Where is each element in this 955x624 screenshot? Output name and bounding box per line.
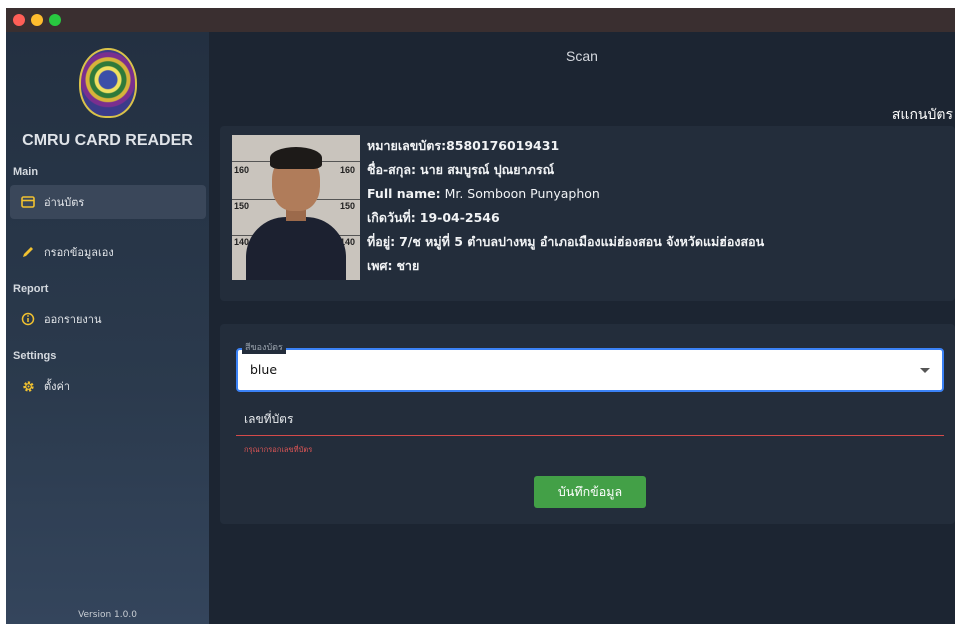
app-window: CMRU CARD READER Main อ่านบัตร กรอกข้อมู…	[6, 8, 955, 624]
card-number-row: หมายเลขบัตร:8580176019431	[367, 138, 560, 153]
height-mark: 160	[234, 165, 250, 175]
sidebar-section-main: Main	[13, 166, 39, 178]
card-form-panel: blue สีของบัตร เลขที่บัตร กรุณากรอกเลขที…	[220, 324, 955, 524]
main-content: Scan สแกนบัตร 160 160 150 150 140 140 หม…	[209, 32, 955, 624]
address-row: ที่อยู่: 7/ช หมู่ที่ 5 ตำบลปางหมู อำเภอเ…	[367, 234, 765, 249]
sidebar-item-manual-entry[interactable]: กรอกข้อมูลเอง	[10, 235, 206, 269]
card-info-panel: 160 160 150 150 140 140 หมายเลขบัตร:8580…	[220, 126, 955, 301]
height-mark: 150	[340, 201, 356, 211]
university-logo	[79, 48, 137, 118]
close-window-button[interactable]	[13, 14, 25, 26]
info-icon	[20, 311, 36, 327]
card-color-select[interactable]: blue	[236, 348, 944, 392]
card-color-label: สีของบัตร	[242, 340, 286, 354]
sidebar-item-settings[interactable]: ตั้งค่า	[10, 369, 206, 403]
gear-icon	[20, 378, 36, 394]
sidebar-item-report[interactable]: ออกรายงาน	[10, 302, 206, 336]
card-number-label: เลขที่บัตร	[244, 412, 294, 426]
app-title: CMRU CARD READER	[22, 132, 193, 149]
page-title: Scan	[566, 48, 598, 64]
card-number-field[interactable]: เลขที่บัตร	[236, 404, 944, 436]
english-name-row: Full name: Mr. Somboon Punyaphon	[367, 186, 600, 201]
sidebar-item-read-card[interactable]: อ่านบัตร	[10, 185, 206, 219]
title-bar	[6, 8, 955, 32]
card-color-value: blue	[250, 362, 278, 377]
sidebar-item-label: ออกรายงาน	[44, 313, 102, 326]
birth-date-row: เกิดวันที่: 19-04-2546	[367, 210, 500, 225]
version-label: Version 1.0.0	[78, 610, 137, 620]
sidebar-section-report: Report	[13, 283, 49, 295]
sidebar-item-label: ตั้งค่า	[44, 380, 71, 393]
thai-name-row: ชื่อ-สกุล: นาย สมบูรณ์ ปุณยาภรณ์	[367, 162, 555, 177]
pencil-icon	[20, 244, 36, 260]
chevron-down-icon[interactable]	[920, 368, 930, 373]
card-icon	[20, 194, 36, 210]
maximize-window-button[interactable]	[49, 14, 61, 26]
section-heading: สแกนบัตร	[891, 107, 953, 123]
card-details: หมายเลขบัตร:8580176019431 ชื่อ-สกุล: นาย…	[367, 134, 764, 278]
id-photo: 160 160 150 150 140 140	[232, 135, 360, 280]
gender-row: เพศ: ชาย	[367, 258, 420, 273]
height-mark: 160	[340, 165, 356, 175]
sidebar-section-settings: Settings	[13, 350, 57, 362]
card-number-error: กรุณากรอกเลขที่บัตร	[244, 445, 313, 454]
sidebar: CMRU CARD READER Main อ่านบัตร กรอกข้อมู…	[6, 32, 209, 624]
sidebar-item-label: กรอกข้อมูลเอง	[44, 246, 114, 259]
height-mark: 150	[234, 201, 250, 211]
sidebar-item-label: อ่านบัตร	[44, 196, 85, 209]
minimize-window-button[interactable]	[31, 14, 43, 26]
save-button[interactable]: บันทึกข้อมูล	[534, 476, 646, 508]
